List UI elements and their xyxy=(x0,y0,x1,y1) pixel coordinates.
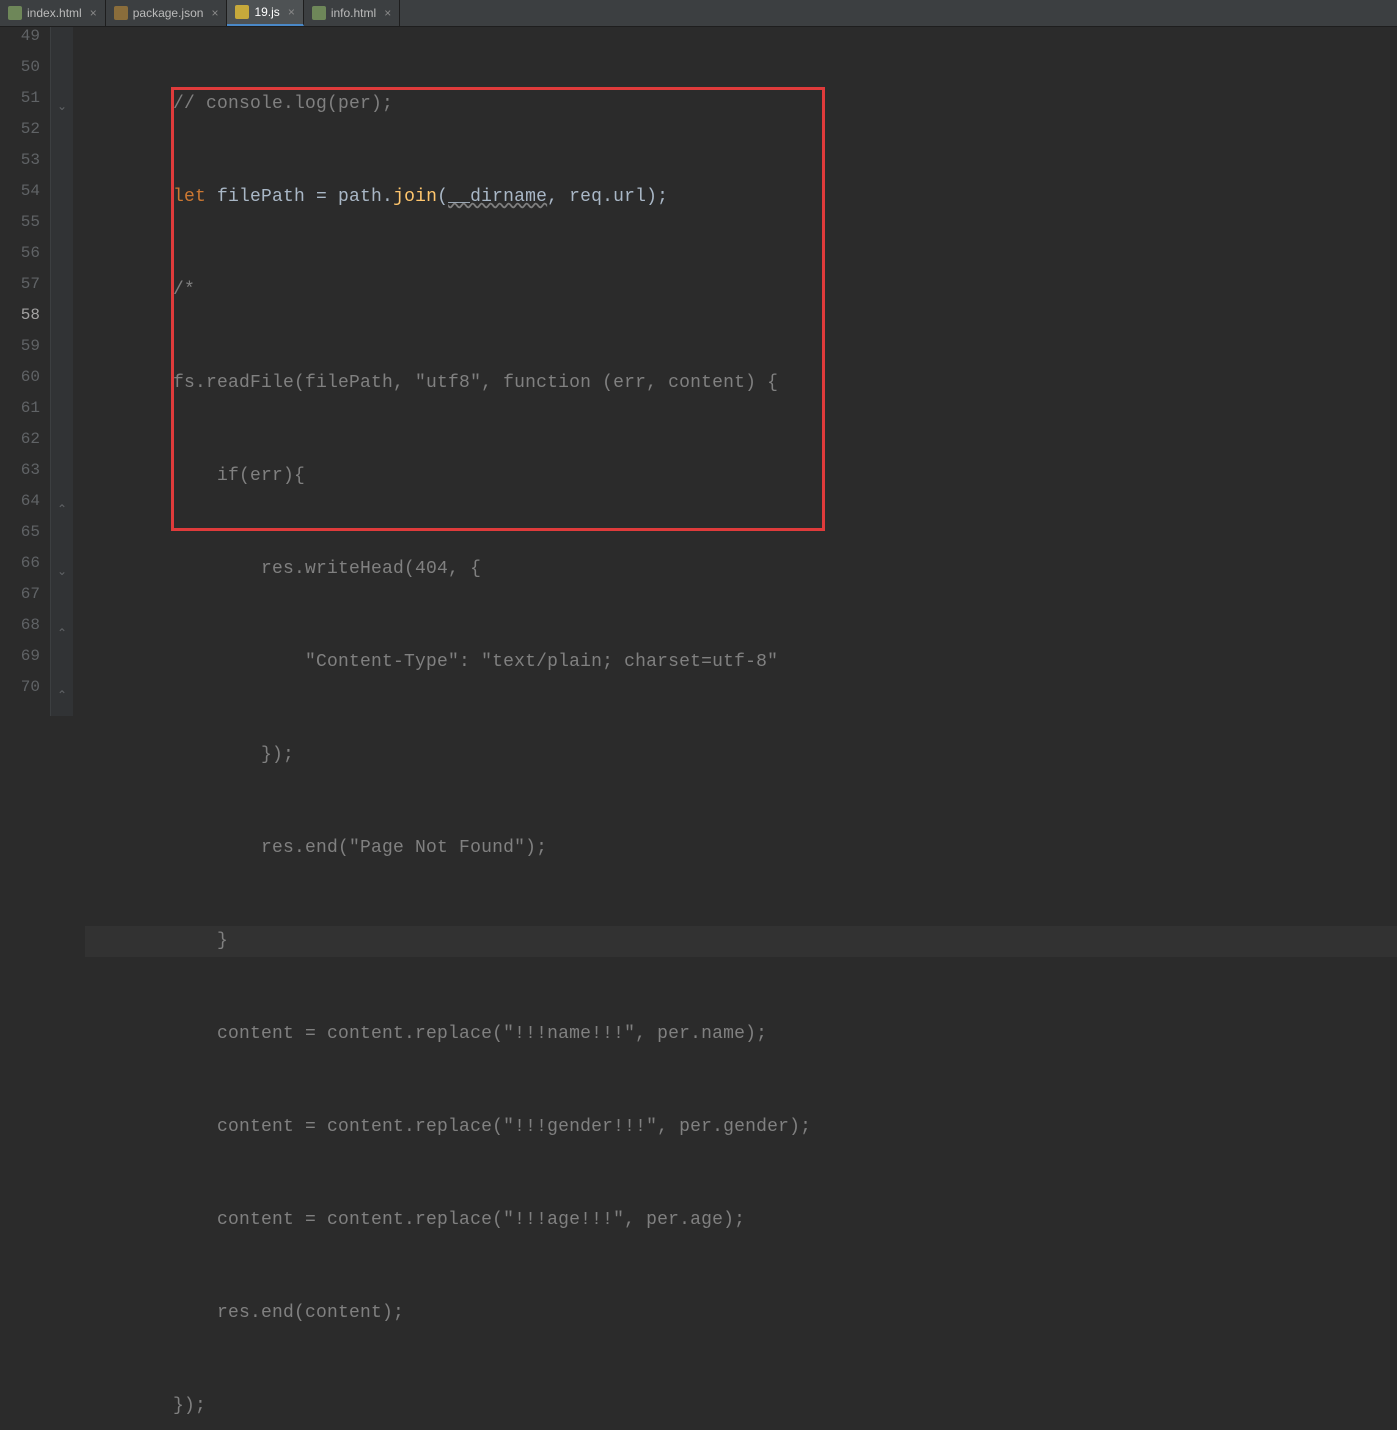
code-line[interactable]: res.end("Page Not Found"); xyxy=(85,833,1397,864)
line-number[interactable]: 59 xyxy=(0,337,40,368)
line-number[interactable]: 68 xyxy=(0,616,40,647)
line-number[interactable]: 58 xyxy=(0,306,40,337)
close-icon[interactable]: × xyxy=(384,6,391,20)
line-number[interactable]: 50 xyxy=(0,58,40,89)
code-line[interactable]: fs.readFile(filePath, "utf8", function (… xyxy=(85,368,1397,399)
json-file-icon xyxy=(114,6,128,20)
code-line[interactable]: content = content.replace("!!!gender!!!"… xyxy=(85,1112,1397,1143)
tab-info-html[interactable]: info.html × xyxy=(304,0,400,26)
line-number[interactable]: 54 xyxy=(0,182,40,213)
tab-index-html[interactable]: index.html × xyxy=(0,0,106,26)
code-line[interactable]: // console.log(per); xyxy=(85,89,1397,120)
tab-label: index.html xyxy=(27,6,82,20)
code-line[interactable]: if(err){ xyxy=(85,461,1397,492)
line-number[interactable]: 70 xyxy=(0,678,40,709)
code-line-active[interactable]: } xyxy=(85,926,1397,957)
code-area[interactable]: // console.log(per); let filePath = path… xyxy=(73,27,1397,716)
tab-label: 19.js xyxy=(254,5,279,19)
fold-toggle-icon[interactable]: ⌄ xyxy=(55,99,69,109)
fold-toggle-icon[interactable]: ⌃ xyxy=(55,502,69,512)
html-file-icon xyxy=(312,6,326,20)
line-number[interactable]: 51 xyxy=(0,89,40,120)
line-number[interactable]: 62 xyxy=(0,430,40,461)
code-line[interactable]: content = content.replace("!!!name!!!", … xyxy=(85,1019,1397,1050)
code-line[interactable]: /* xyxy=(85,275,1397,306)
fold-toggle-icon[interactable]: ⌃ xyxy=(55,626,69,636)
line-number-gutter: 4950515253545556575859606162636465666768… xyxy=(0,27,51,716)
html-file-icon xyxy=(8,6,22,20)
line-number[interactable]: 69 xyxy=(0,647,40,678)
line-number[interactable]: 63 xyxy=(0,461,40,492)
fold-toggle-icon[interactable]: ⌃ xyxy=(55,688,69,698)
tab-package-json[interactable]: package.json × xyxy=(106,0,228,26)
code-line[interactable]: content = content.replace("!!!age!!!", p… xyxy=(85,1205,1397,1236)
code-line[interactable]: }); xyxy=(85,740,1397,771)
tab-19-js[interactable]: 19.js × xyxy=(227,0,303,26)
line-number[interactable]: 57 xyxy=(0,275,40,306)
line-number[interactable]: 65 xyxy=(0,523,40,554)
line-number[interactable]: 66 xyxy=(0,554,40,585)
line-number[interactable]: 53 xyxy=(0,151,40,182)
line-number[interactable]: 60 xyxy=(0,368,40,399)
code-line[interactable]: }); xyxy=(85,1391,1397,1422)
code-line[interactable]: let filePath = path.join(__dirname, req.… xyxy=(85,182,1397,213)
close-icon[interactable]: × xyxy=(211,6,218,20)
code-line[interactable]: "Content-Type": "text/plain; charset=utf… xyxy=(85,647,1397,678)
line-number[interactable]: 56 xyxy=(0,244,40,275)
line-number[interactable]: 64 xyxy=(0,492,40,523)
code-editor: 4950515253545556575859606162636465666768… xyxy=(0,27,1397,716)
fold-gutter: ⌄ ⌃ ⌄ ⌃ ⌃ xyxy=(51,27,73,716)
line-number[interactable]: 49 xyxy=(0,27,40,58)
line-number[interactable]: 67 xyxy=(0,585,40,616)
line-number[interactable]: 61 xyxy=(0,399,40,430)
tab-label: package.json xyxy=(133,6,204,20)
fold-toggle-icon[interactable]: ⌄ xyxy=(55,564,69,574)
line-number[interactable]: 55 xyxy=(0,213,40,244)
code-line[interactable]: res.end(content); xyxy=(85,1298,1397,1329)
js-file-icon xyxy=(235,5,249,19)
close-icon[interactable]: × xyxy=(90,6,97,20)
tab-label: info.html xyxy=(331,6,376,20)
tab-bar: index.html × package.json × 19.js × info.html × xyxy=(0,0,1397,27)
close-icon[interactable]: × xyxy=(288,5,295,19)
code-line[interactable]: res.writeHead(404, { xyxy=(85,554,1397,585)
line-number[interactable]: 52 xyxy=(0,120,40,151)
